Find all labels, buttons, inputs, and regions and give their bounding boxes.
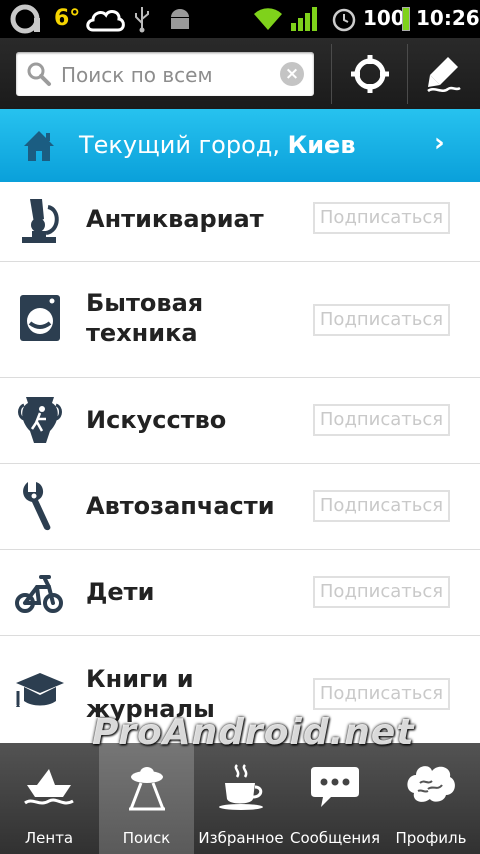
tab-messages[interactable]: Сообщения (288, 743, 382, 854)
graduation-cap-icon (14, 666, 66, 718)
search-placeholder: Поиск по всем (61, 63, 213, 87)
tab-label: Избранное (198, 829, 284, 847)
category-name: Искусство (86, 406, 227, 434)
brain-icon (407, 766, 455, 802)
search-input[interactable]: Поиск по всем × (16, 52, 314, 96)
microscope-icon (14, 194, 66, 246)
coffee-cup-icon (219, 764, 263, 810)
wrench-icon (14, 480, 66, 532)
toolbar-divider (331, 44, 332, 104)
wifi-icon (254, 8, 282, 30)
search-icon (27, 62, 51, 86)
current-city-banner[interactable]: Текущий город, Киев › (0, 109, 480, 182)
cloud-icon (86, 10, 125, 32)
usb-icon (135, 7, 149, 33)
category-row[interactable]: Дети Подписаться (0, 550, 480, 636)
tab-label: Профиль (395, 829, 467, 847)
category-name: Автозапчасти (86, 492, 275, 520)
app-logo-icon (10, 4, 40, 34)
signal-icon (291, 7, 317, 31)
locate-button[interactable] (333, 38, 407, 109)
tab-feed[interactable]: Лента (0, 743, 98, 854)
battery-percent: 100 (363, 6, 405, 30)
status-bar: 6° 100 10:26 (0, 0, 480, 38)
tab-label: Лента (24, 829, 74, 847)
vase-icon (14, 394, 66, 446)
watermark: ProAndroid.net (92, 712, 415, 753)
tricycle-icon (14, 566, 66, 618)
subscribe-button[interactable]: Подписаться (313, 678, 450, 710)
create-listing-button[interactable] (408, 38, 480, 109)
category-row[interactable]: Антиквариат Подписаться (0, 182, 480, 262)
tab-profile[interactable]: Профиль (382, 743, 480, 854)
current-city-prefix: Текущий город, (79, 131, 288, 159)
current-city-name: Киев (287, 131, 356, 159)
home-icon (24, 131, 54, 161)
washing-machine-icon (14, 292, 66, 344)
android-debug-icon (171, 9, 189, 29)
paper-boat-icon (24, 769, 74, 805)
category-row[interactable]: Искусство Подписаться (0, 378, 480, 464)
chevron-right-icon: › (434, 128, 445, 158)
speech-bubble-icon (311, 767, 359, 807)
clock: 10:26 (416, 6, 480, 30)
subscribe-button[interactable]: Подписаться (313, 304, 450, 336)
subscribe-button[interactable]: Подписаться (313, 404, 450, 436)
category-name: Бытовая техника (86, 289, 204, 347)
subscribe-button[interactable]: Подписаться (313, 490, 450, 522)
pen-signature-icon (427, 56, 461, 92)
category-name: Дети (86, 578, 155, 606)
battery-icon (402, 7, 410, 31)
subscribe-button[interactable]: Подписаться (313, 202, 450, 234)
current-city-label: Текущий город, Киев (79, 131, 356, 159)
crosshair-icon (351, 54, 389, 93)
tab-search[interactable]: Поиск (99, 743, 194, 854)
tab-favorites[interactable]: Избранное (194, 743, 288, 854)
bottom-navigation: Лента Поиск Избранное Сообщения Профиль (0, 743, 480, 854)
tab-label: Поиск (122, 829, 171, 847)
clear-icon[interactable]: × (280, 62, 304, 86)
tab-label: Сообщения (289, 829, 380, 847)
category-row[interactable]: Бытовая техника Подписаться (0, 262, 480, 378)
alarm-clock-icon (332, 8, 356, 32)
subscribe-button[interactable]: Подписаться (313, 576, 450, 608)
weather-temperature: 6° (54, 6, 81, 31)
search-toolbar: Поиск по всем × (0, 38, 480, 109)
ufo-icon (128, 767, 165, 811)
category-row[interactable]: Автозапчасти Подписаться (0, 464, 480, 550)
category-name: Антиквариат (86, 205, 264, 233)
